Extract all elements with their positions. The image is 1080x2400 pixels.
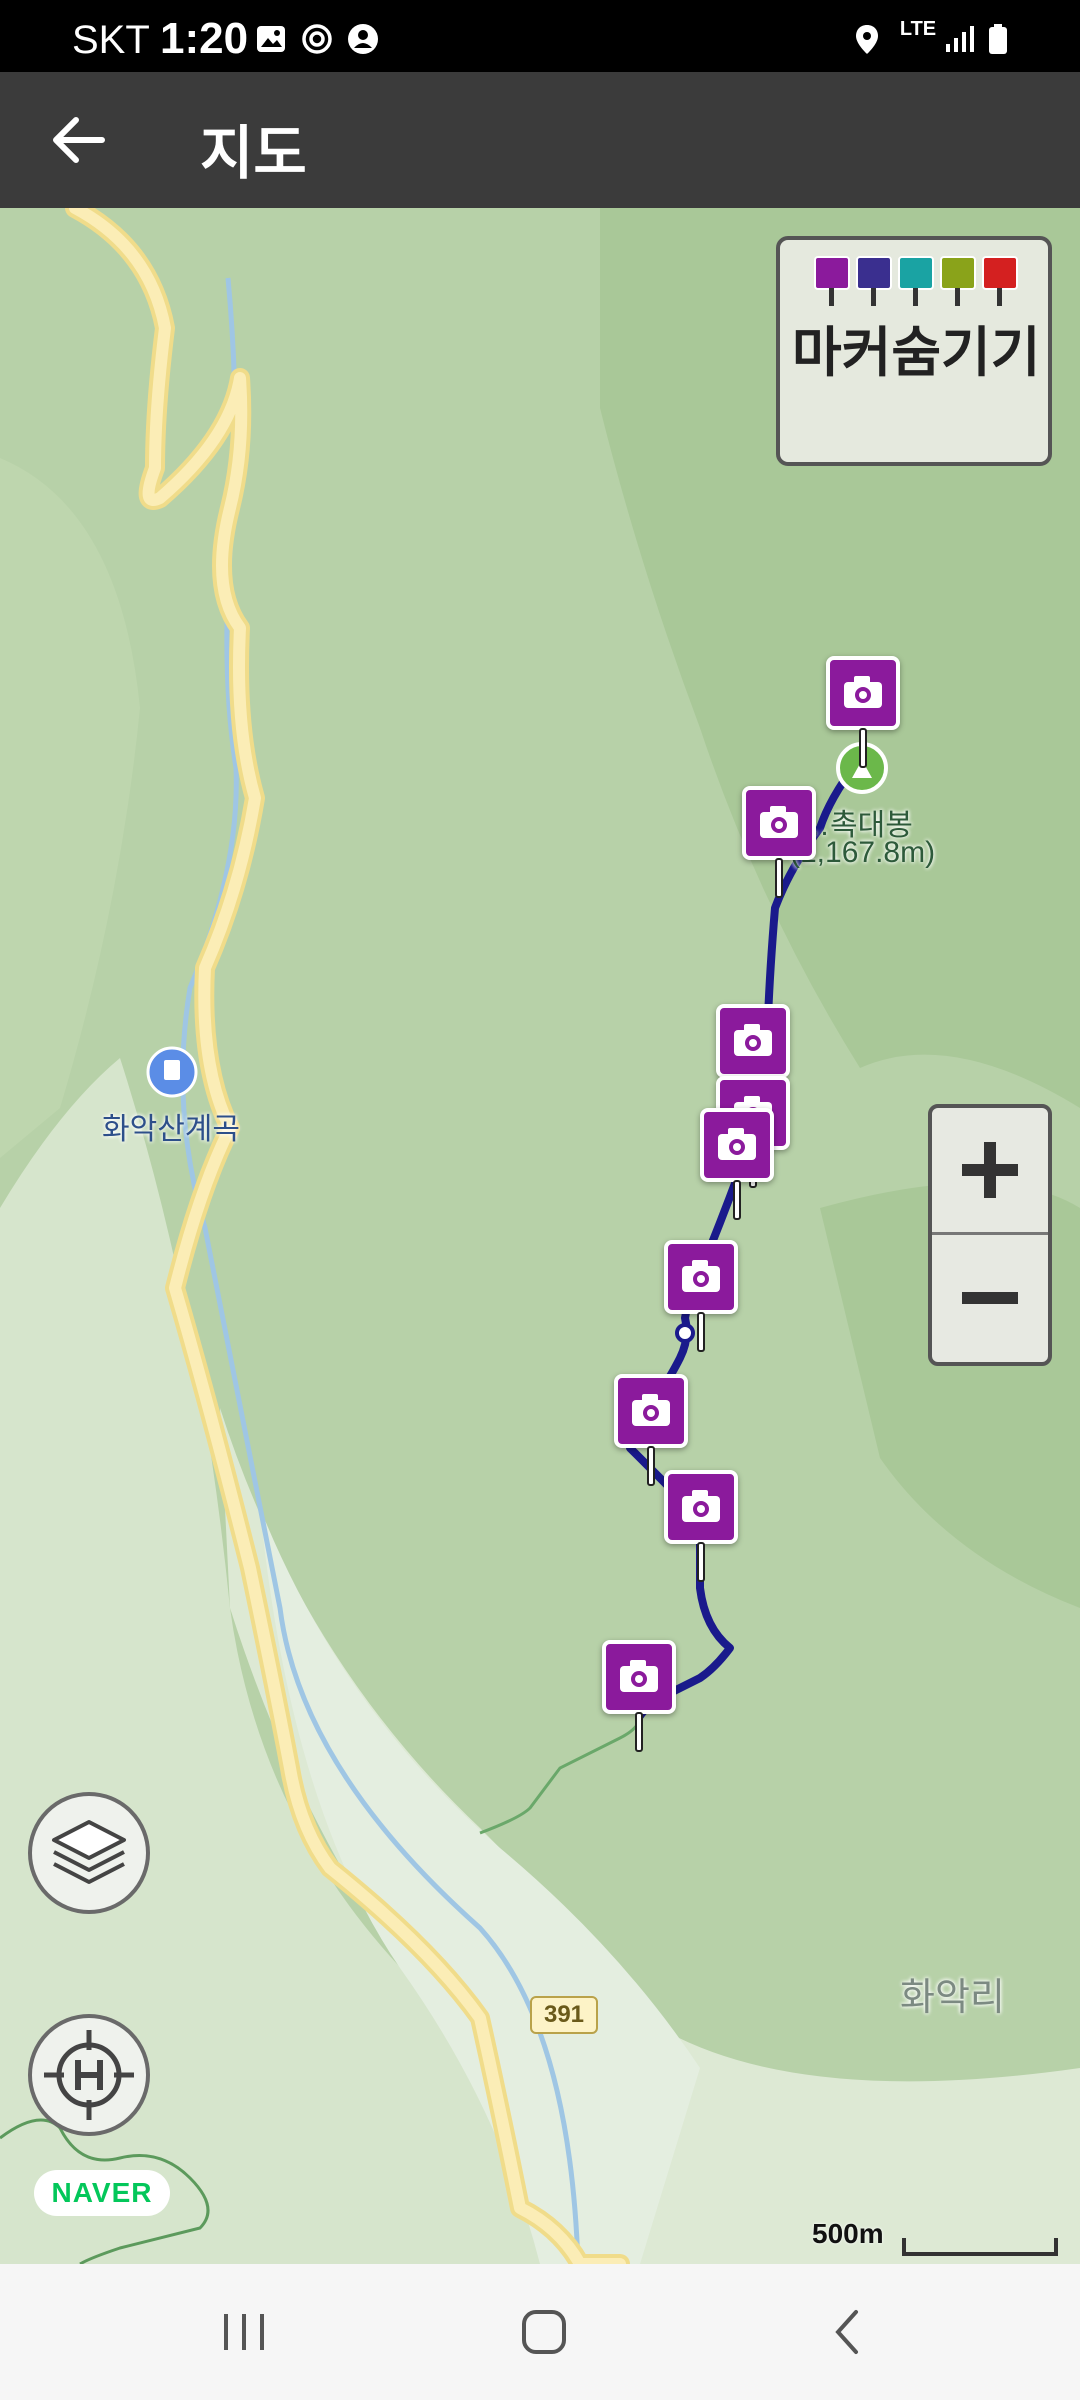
lte-icon: LTE xyxy=(899,18,937,40)
note-icon xyxy=(940,256,976,308)
camera-icon xyxy=(760,806,798,838)
home-icon[interactable] xyxy=(514,2302,574,2362)
map-base xyxy=(0,208,1080,2264)
layers-icon xyxy=(52,1820,126,1884)
account-icon xyxy=(348,24,378,54)
layers-button[interactable] xyxy=(28,1792,150,1914)
arrow-left-icon[interactable] xyxy=(40,102,116,178)
photo-marker[interactable] xyxy=(664,1240,738,1352)
gallery-icon xyxy=(257,26,285,52)
video-icon xyxy=(856,256,892,308)
camera-icon xyxy=(682,1490,720,1522)
location-icon xyxy=(856,25,878,54)
zoom-controls xyxy=(928,1104,1052,1366)
camera-icon xyxy=(682,1260,720,1292)
app-bar: 지도 xyxy=(0,72,1080,208)
camera-icon xyxy=(632,1394,670,1426)
village-label: 화악리 xyxy=(900,1977,1005,2019)
camera-icon xyxy=(844,676,882,708)
scale-bar xyxy=(902,2238,1058,2256)
carrier-label: SKT xyxy=(72,18,150,62)
camera-icon xyxy=(814,256,850,308)
photo-marker[interactable] xyxy=(742,786,816,898)
hide-markers-label: 마커숨기기 xyxy=(792,323,1041,383)
pen-icon xyxy=(898,256,934,308)
valley-label: 화악산계곡 xyxy=(102,1113,240,1146)
home-target-icon xyxy=(44,2030,134,2120)
system-nav-bar xyxy=(0,2264,1080,2400)
hide-markers-button[interactable]: 마커숨기기 xyxy=(776,236,1052,466)
photo-marker[interactable] xyxy=(700,1108,774,1220)
home-location-button[interactable] xyxy=(28,2014,150,2136)
clock: 1:20 xyxy=(160,14,249,63)
recent-apps-icon[interactable] xyxy=(214,2302,274,2362)
flag-icon xyxy=(982,256,1018,308)
map-view[interactable]: …촉대봉 (1,167.8m) 화악산계곡 화악리 391 마커숨기기 NAVE… xyxy=(0,208,1080,2264)
camera-icon xyxy=(620,1660,658,1692)
road-number-badge: 391 xyxy=(530,1996,598,2034)
camera-icon xyxy=(734,1024,772,1056)
battery-icon xyxy=(989,24,1007,54)
zoom-in-button[interactable] xyxy=(932,1108,1048,1235)
back-icon[interactable] xyxy=(818,2302,878,2362)
signal-icon xyxy=(946,26,974,52)
photo-marker[interactable] xyxy=(826,656,900,768)
page-title: 지도 xyxy=(200,121,307,186)
camera-icon xyxy=(718,1128,756,1160)
scale-label: 500m xyxy=(812,2218,884,2249)
sync-icon xyxy=(302,24,332,54)
naver-logo: NAVER xyxy=(34,2170,170,2216)
photo-marker[interactable] xyxy=(602,1640,676,1752)
plus-icon xyxy=(962,1142,1018,1198)
minus-icon xyxy=(962,1292,1018,1304)
zoom-out-button[interactable] xyxy=(932,1236,1048,1363)
photo-marker[interactable] xyxy=(664,1470,738,1582)
status-bar: SKT 1:20 LTE xyxy=(0,0,1080,72)
